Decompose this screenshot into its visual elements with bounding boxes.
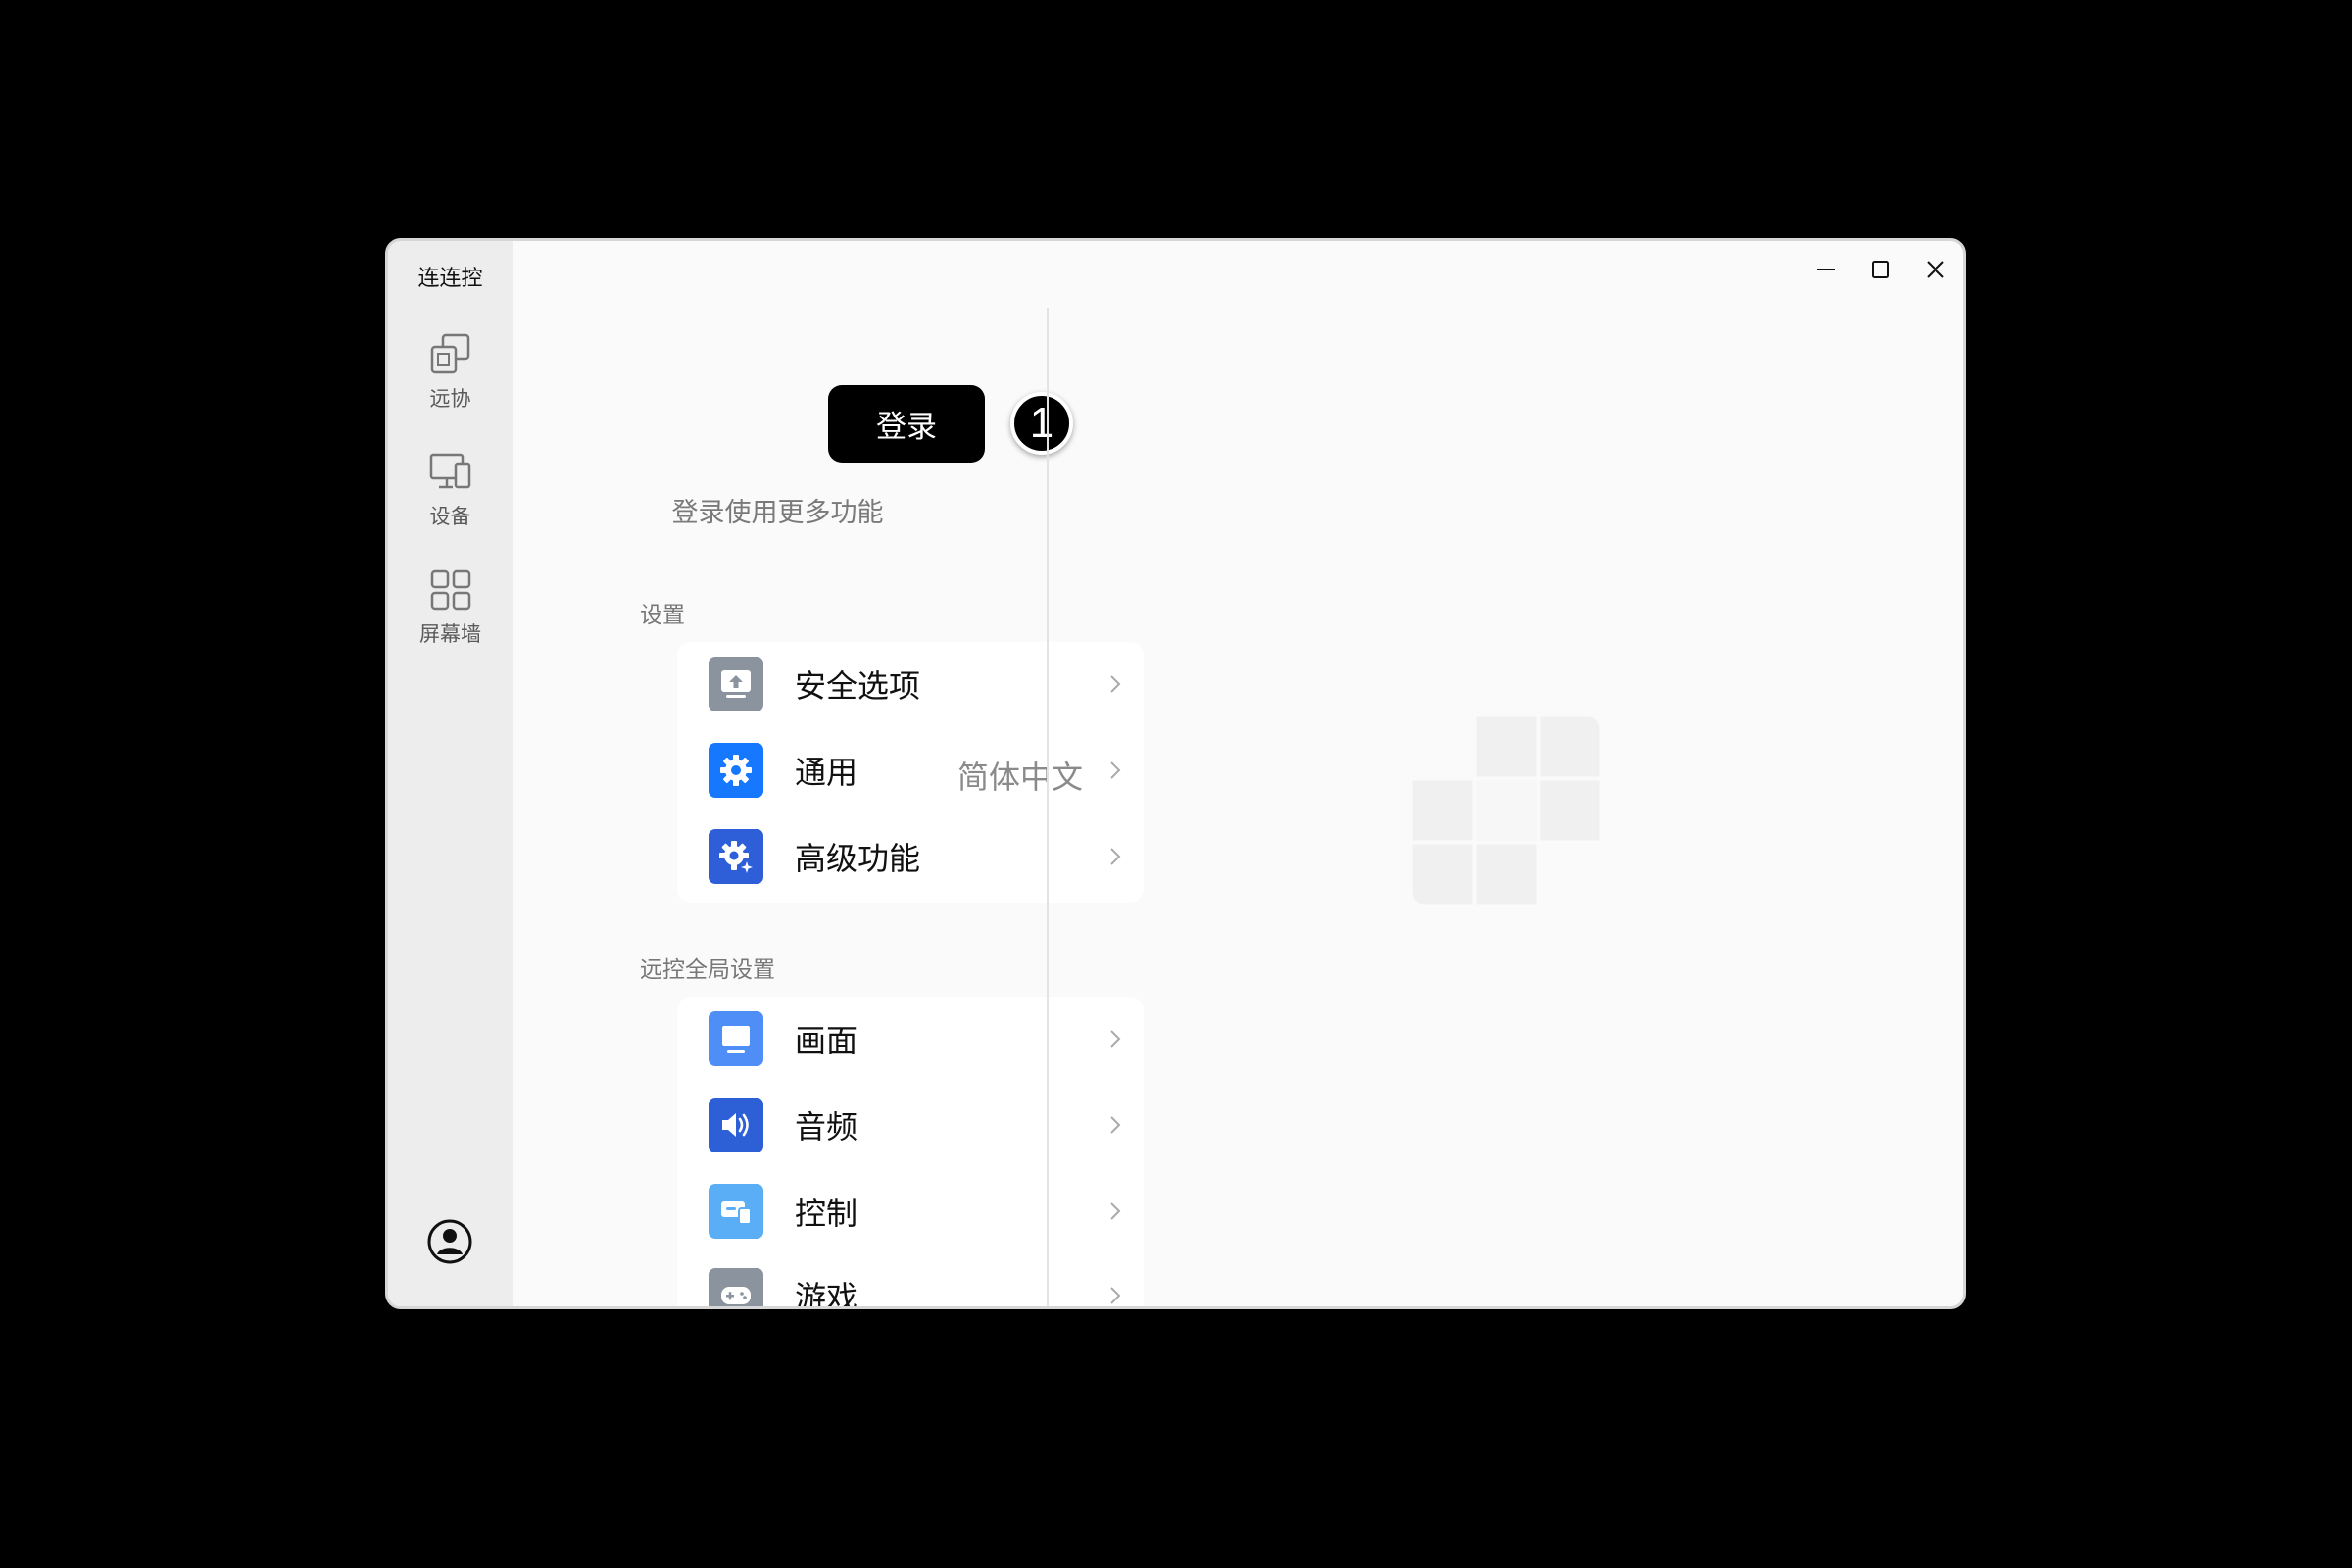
- settings-item-general[interactable]: 通用 简体中文: [677, 728, 1144, 814]
- settings-panel: 登录 1 登录使用更多功能 设置 安全选项 通用 简体中文 高级功能 远控全局设…: [513, 241, 1144, 1306]
- remote-item-label: 音频: [795, 1108, 858, 1146]
- sidebar-item-label: 设备: [429, 505, 471, 528]
- minimize-button[interactable]: [1798, 241, 1853, 298]
- window-controls: [1798, 241, 1963, 298]
- security-upload-icon: [709, 657, 763, 711]
- maximize-icon: [1872, 261, 1889, 278]
- gamepad-icon: [709, 1268, 763, 1306]
- sidebar-item-devices[interactable]: 设备: [388, 450, 513, 530]
- sidebar: 连连控 远协 设备 屏幕墙: [388, 241, 513, 1306]
- monitor-icon: [709, 1011, 763, 1066]
- settings-item-advanced[interactable]: 高级功能: [677, 814, 1144, 901]
- empty-state-logo-icon: [1410, 714, 1602, 906]
- remote-item-game[interactable]: 游戏: [677, 1253, 1144, 1309]
- sidebar-item-label: 屏幕墙: [419, 622, 481, 646]
- speaker-icon: [709, 1098, 763, 1152]
- language-value: 简体中文: [956, 759, 1083, 796]
- user-avatar-icon[interactable]: [425, 1217, 474, 1266]
- settings-item-label: 安全选项: [795, 667, 921, 705]
- remote-item-label: 控制: [795, 1195, 858, 1232]
- chevron-right-icon: [1110, 675, 1121, 693]
- remote-global-card: 画面 音频 控制 游戏: [677, 997, 1144, 1309]
- app-window: 连连控 远协 设备 屏幕墙 登录 1 登录使用更多功能 设置 安全选项 通用 简…: [385, 238, 1966, 1309]
- sidebar-item-label: 远协: [429, 387, 471, 411]
- remote-item-audio[interactable]: 音频: [677, 1083, 1144, 1169]
- app-title: 连连控: [417, 267, 483, 291]
- settings-item-label: 通用: [795, 754, 858, 791]
- minimize-icon: [1817, 269, 1835, 270]
- sidebar-item-remote-assist[interactable]: 远协: [388, 332, 513, 413]
- chevron-right-icon: [1110, 1030, 1121, 1048]
- devices-icon: [429, 453, 470, 489]
- chevron-right-icon: [1110, 848, 1121, 865]
- sidebar-item-screen-wall[interactable]: 屏幕墙: [388, 567, 513, 648]
- remote-assist-icon: [430, 333, 469, 374]
- settings-card: 安全选项 通用 简体中文 高级功能: [677, 642, 1144, 903]
- login-button[interactable]: 登录: [828, 385, 985, 463]
- panel-divider: [1047, 308, 1049, 1306]
- remote-item-label: 游戏: [795, 1279, 858, 1309]
- remote-item-display[interactable]: 画面: [677, 997, 1144, 1083]
- login-hint-text: 登录使用更多功能: [671, 498, 884, 528]
- control-device-icon: [709, 1184, 763, 1239]
- advanced-gear-icon: [709, 829, 763, 884]
- login-hint: 登录使用更多功能: [513, 491, 1043, 529]
- maximize-button[interactable]: [1853, 241, 1908, 298]
- section-title-settings: 设置: [640, 603, 685, 628]
- settings-item-label: 高级功能: [795, 840, 921, 877]
- close-icon: [1927, 261, 1944, 278]
- screen-wall-grid-icon: [430, 569, 470, 611]
- chevron-right-icon: [1110, 1116, 1121, 1134]
- remote-item-control[interactable]: 控制: [677, 1169, 1144, 1255]
- chevron-right-icon: [1110, 1202, 1121, 1220]
- chevron-right-icon: [1110, 761, 1121, 779]
- step-badge: 1: [1010, 392, 1073, 455]
- gear-icon: [709, 743, 763, 798]
- section-title-remote-global: 远控全局设置: [640, 957, 775, 983]
- remote-item-label: 画面: [795, 1022, 858, 1059]
- chevron-right-icon: [1110, 1287, 1121, 1304]
- settings-item-security[interactable]: 安全选项: [677, 642, 1144, 728]
- close-button[interactable]: [1908, 241, 1963, 298]
